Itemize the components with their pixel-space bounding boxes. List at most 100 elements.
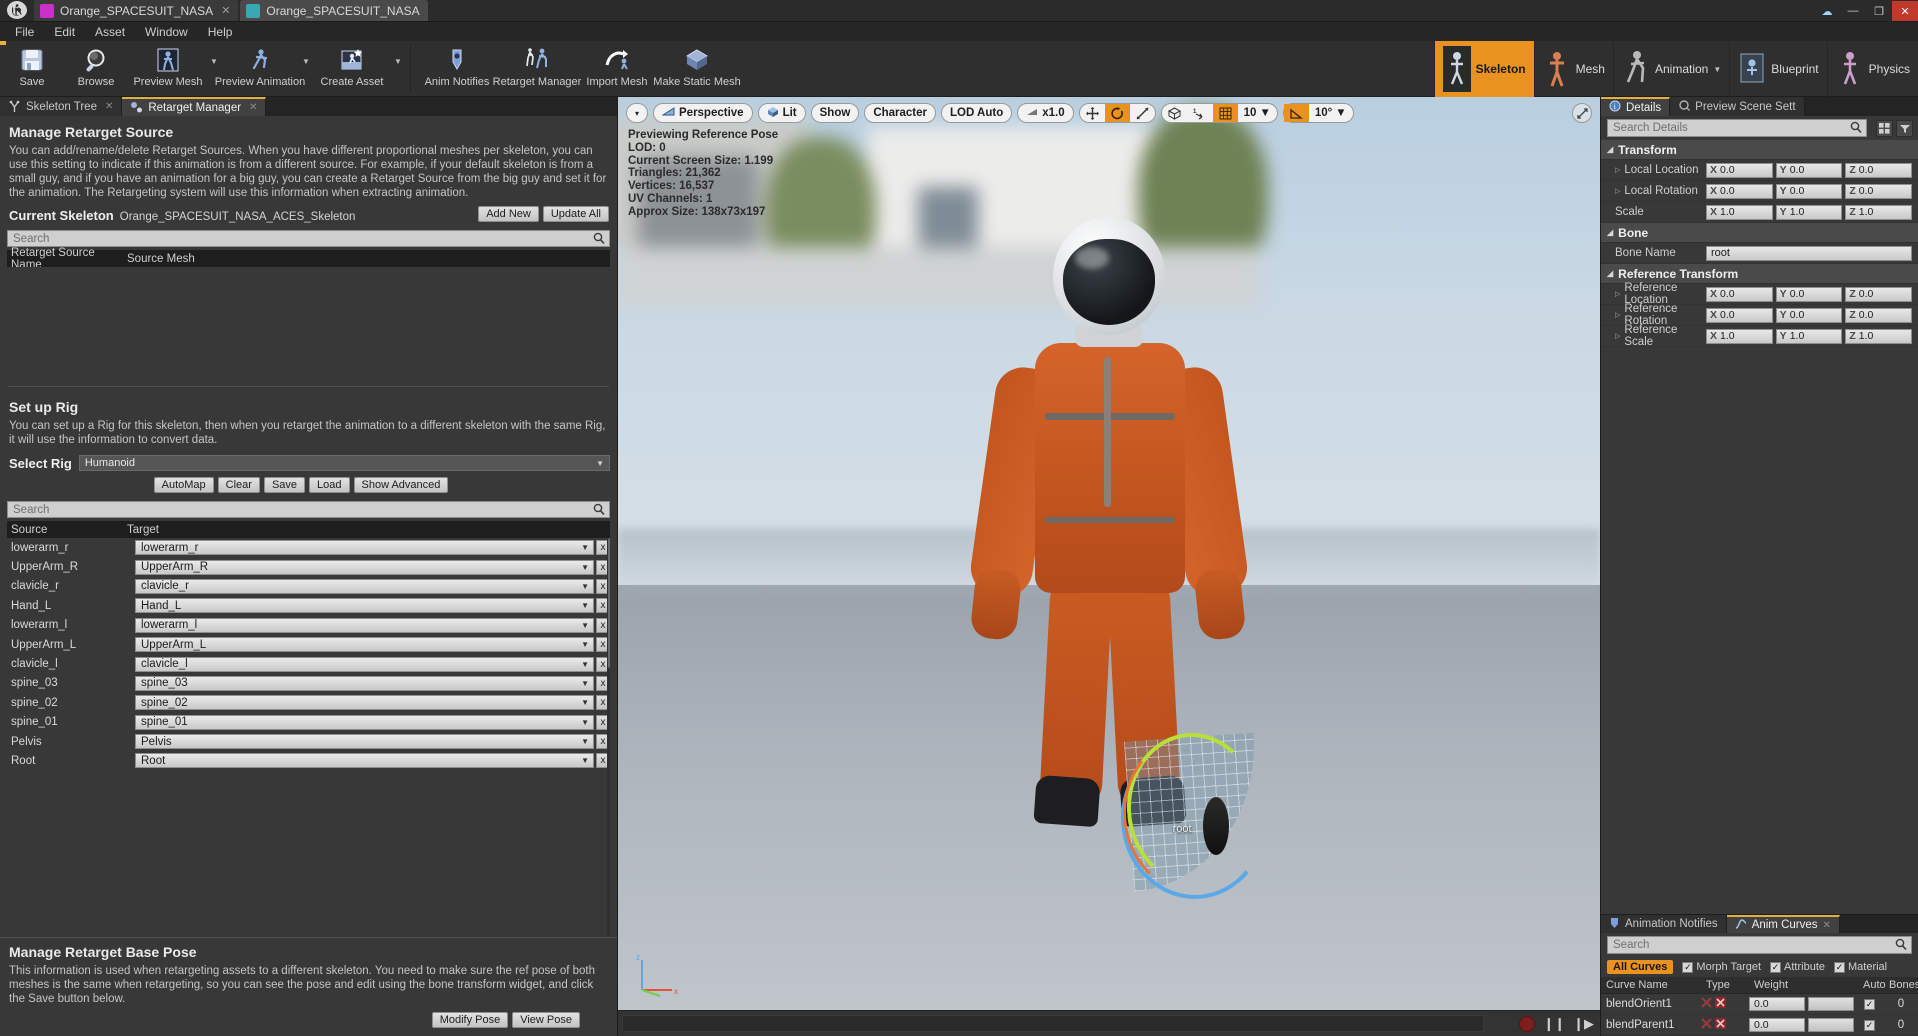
vector-field-x[interactable]: X 0.0 [1706,162,1773,178]
expand-triangle-icon[interactable]: ▷ [1615,290,1620,298]
curves-table[interactable]: blendOrient1 0.0 ✓ 0 blendParent1 0.0 ✓ 0 [1601,994,1918,1036]
close-icon[interactable]: ✕ [1823,920,1831,931]
import-mesh-button[interactable]: Import Mesh [577,41,657,96]
mode-blueprint[interactable]: Blueprint [1729,41,1826,97]
grid-snap-value[interactable]: 10 ▼ [1238,104,1277,122]
material-off-icon[interactable] [1715,1018,1726,1032]
vector-field-z[interactable]: Z 0.0 [1845,286,1913,302]
close-icon[interactable]: ✕ [221,4,230,17]
viewport-lod-button[interactable]: LOD Auto [941,103,1013,123]
vector-field-x[interactable]: X 0.0 [1706,183,1773,199]
curve-weight-slider[interactable] [1808,997,1854,1011]
browse-button[interactable]: Browse [64,41,128,96]
expand-triangle-icon[interactable]: ▷ [1615,166,1620,174]
checkbox-icon[interactable]: ✓ [1834,962,1845,973]
vector-field-y[interactable]: Y 0.0 [1775,183,1843,199]
vector-field-y[interactable]: Y 1.0 [1775,328,1843,344]
menu-file[interactable]: File [6,23,43,41]
bone-target-dropdown[interactable]: Hand_L ▼ [135,598,594,614]
select-rig-dropdown[interactable]: Humanoid ▼ [78,455,610,471]
bone-target-dropdown[interactable]: lowerarm_r ▼ [135,540,594,556]
vector-field-x[interactable]: X 0.0 [1706,307,1773,323]
create-asset-caret-icon[interactable]: ▼ [392,41,404,96]
viewport-show-button[interactable]: Show [810,103,860,123]
checkbox-icon[interactable]: ✓ [1682,962,1694,973]
tab-skeleton-tree[interactable]: Skeleton Tree ✕ [0,97,123,116]
vector-field-z[interactable]: Z 0.0 [1845,162,1913,178]
animation-mode-caret-icon[interactable]: ▼ [1713,65,1721,74]
bone-target-dropdown[interactable]: clavicle_r ▼ [135,578,594,594]
filter-all-curves[interactable]: All Curves [1607,960,1674,974]
bone-table-scrollbar[interactable] [607,538,610,937]
curve-auto-toggle[interactable]: ✓ [1858,1019,1884,1031]
mode-skeleton[interactable]: Skeleton [1433,41,1534,97]
details-search-input[interactable]: Search Details [1607,119,1867,137]
bone-mapping-row[interactable]: Root Root ▼ x [7,751,610,770]
material-off-icon[interactable] [1715,997,1726,1011]
save-rig-button[interactable]: Save [263,477,306,493]
cloud-icon[interactable]: ☁ [1814,1,1840,21]
bone-target-dropdown[interactable]: UpperArm_L ▼ [135,637,594,653]
bone-target-dropdown[interactable]: UpperArm_R ▼ [135,559,594,575]
text-field[interactable]: root [1706,245,1912,261]
create-asset-button[interactable]: Create Asset [312,41,392,96]
checkbox-icon[interactable]: ✓ [1864,1019,1875,1031]
viewport-options-menu[interactable]: ▾ [626,103,648,123]
bone-mapping-row[interactable]: clavicle_r clavicle_r ▼ x [7,577,610,596]
tab-preview-scene-settings[interactable]: Preview Scene Sett [1670,97,1805,116]
load-rig-button[interactable]: Load [309,477,350,493]
surface-snap-toggle[interactable] [1162,104,1187,122]
preview-animation-caret-icon[interactable]: ▼ [300,41,312,96]
vector-field-y[interactable]: Y 1.0 [1775,204,1843,220]
expand-triangle-icon[interactable]: ▷ [1615,332,1620,340]
vector-field-z[interactable]: Z 0.0 [1845,183,1913,199]
menu-edit[interactable]: Edit [45,23,84,41]
make-static-mesh-button[interactable]: Make Static Mesh [653,41,741,96]
vector-field-y[interactable]: Y 0.0 [1775,286,1843,302]
asset-tab-1[interactable]: Orange_SPACESUIT_NASA ✕ [34,0,239,21]
tab-anim-curves[interactable]: Anim Curves ✕ [1726,915,1840,933]
viewport-perspective-button[interactable]: Perspective [653,103,753,123]
expand-triangle-icon[interactable]: ▷ [1615,311,1620,319]
bone-target-dropdown[interactable]: clavicle_l ▼ [135,656,594,672]
retarget-source-search-input[interactable]: Search [7,230,610,247]
bone-mapping-row[interactable]: spine_02 spine_02 ▼ x [7,693,610,712]
morph-target-off-icon[interactable] [1701,997,1712,1011]
automap-button[interactable]: AutoMap [153,477,214,493]
vector-field-z[interactable]: Z 1.0 [1845,204,1913,220]
viewport-character-button[interactable]: Character [864,103,937,123]
angle-snap-value[interactable]: 10° ▼ [1309,104,1353,122]
view-pose-button[interactable]: View Pose [512,1012,580,1028]
rotation-gizmo[interactable]: root [1115,728,1273,904]
curve-weight-slider[interactable] [1808,1018,1854,1032]
bone-target-dropdown[interactable]: Root ▼ [135,753,594,769]
morph-target-off-icon[interactable] [1701,1018,1712,1032]
bone-target-dropdown[interactable]: spine_01 ▼ [135,714,594,730]
vector-field-y[interactable]: Y 0.0 [1775,307,1843,323]
vector-field-y[interactable]: Y 0.0 [1775,162,1843,178]
bone-mapping-row[interactable]: Hand_L Hand_L ▼ x [7,596,610,615]
preview-mesh-button[interactable]: Preview Mesh [128,41,208,96]
bone-mapping-search-input[interactable]: Search [7,501,610,518]
bone-mapping-row[interactable]: lowerarm_l lowerarm_l ▼ x [7,616,610,635]
bone-mapping-row[interactable]: lowerarm_r lowerarm_r ▼ x [7,538,610,557]
menu-help[interactable]: Help [199,23,242,41]
curve-row[interactable]: blendOrient1 0.0 ✓ 0 [1601,994,1918,1015]
show-advanced-button[interactable]: Show Advanced [353,477,449,493]
maximize-button[interactable]: ❐ [1866,1,1892,21]
details-filter-icon[interactable] [1896,119,1913,137]
filter-material[interactable]: ✓ Material [1834,961,1887,973]
bone-mapping-row[interactable]: clavicle_l clavicle_l ▼ x [7,654,610,673]
preview-viewport[interactable]: root z x ▾ Perspective Lit Show Characte… [618,97,1600,1036]
bone-mapping-table[interactable]: lowerarm_r lowerarm_r ▼ x UpperArm_R UpperArm… [7,538,610,937]
translate-snap-toggle[interactable] [1080,104,1105,122]
angle-snap-toggle[interactable] [1283,104,1309,122]
retarget-manager-button[interactable]: Retarget Manager [493,41,581,96]
curve-row[interactable]: blendParent1 0.0 ✓ 0 [1601,1015,1918,1036]
vector-field-x[interactable]: X 0.0 [1706,286,1773,302]
checkbox-icon[interactable]: ✓ [1770,962,1782,973]
bone-mapping-row[interactable]: Pelvis Pelvis ▼ x [7,732,610,751]
bone-target-dropdown[interactable]: Pelvis ▼ [135,734,594,750]
mode-mesh[interactable]: Mesh [1533,41,1613,97]
maximize-viewport-icon[interactable] [1572,103,1592,123]
